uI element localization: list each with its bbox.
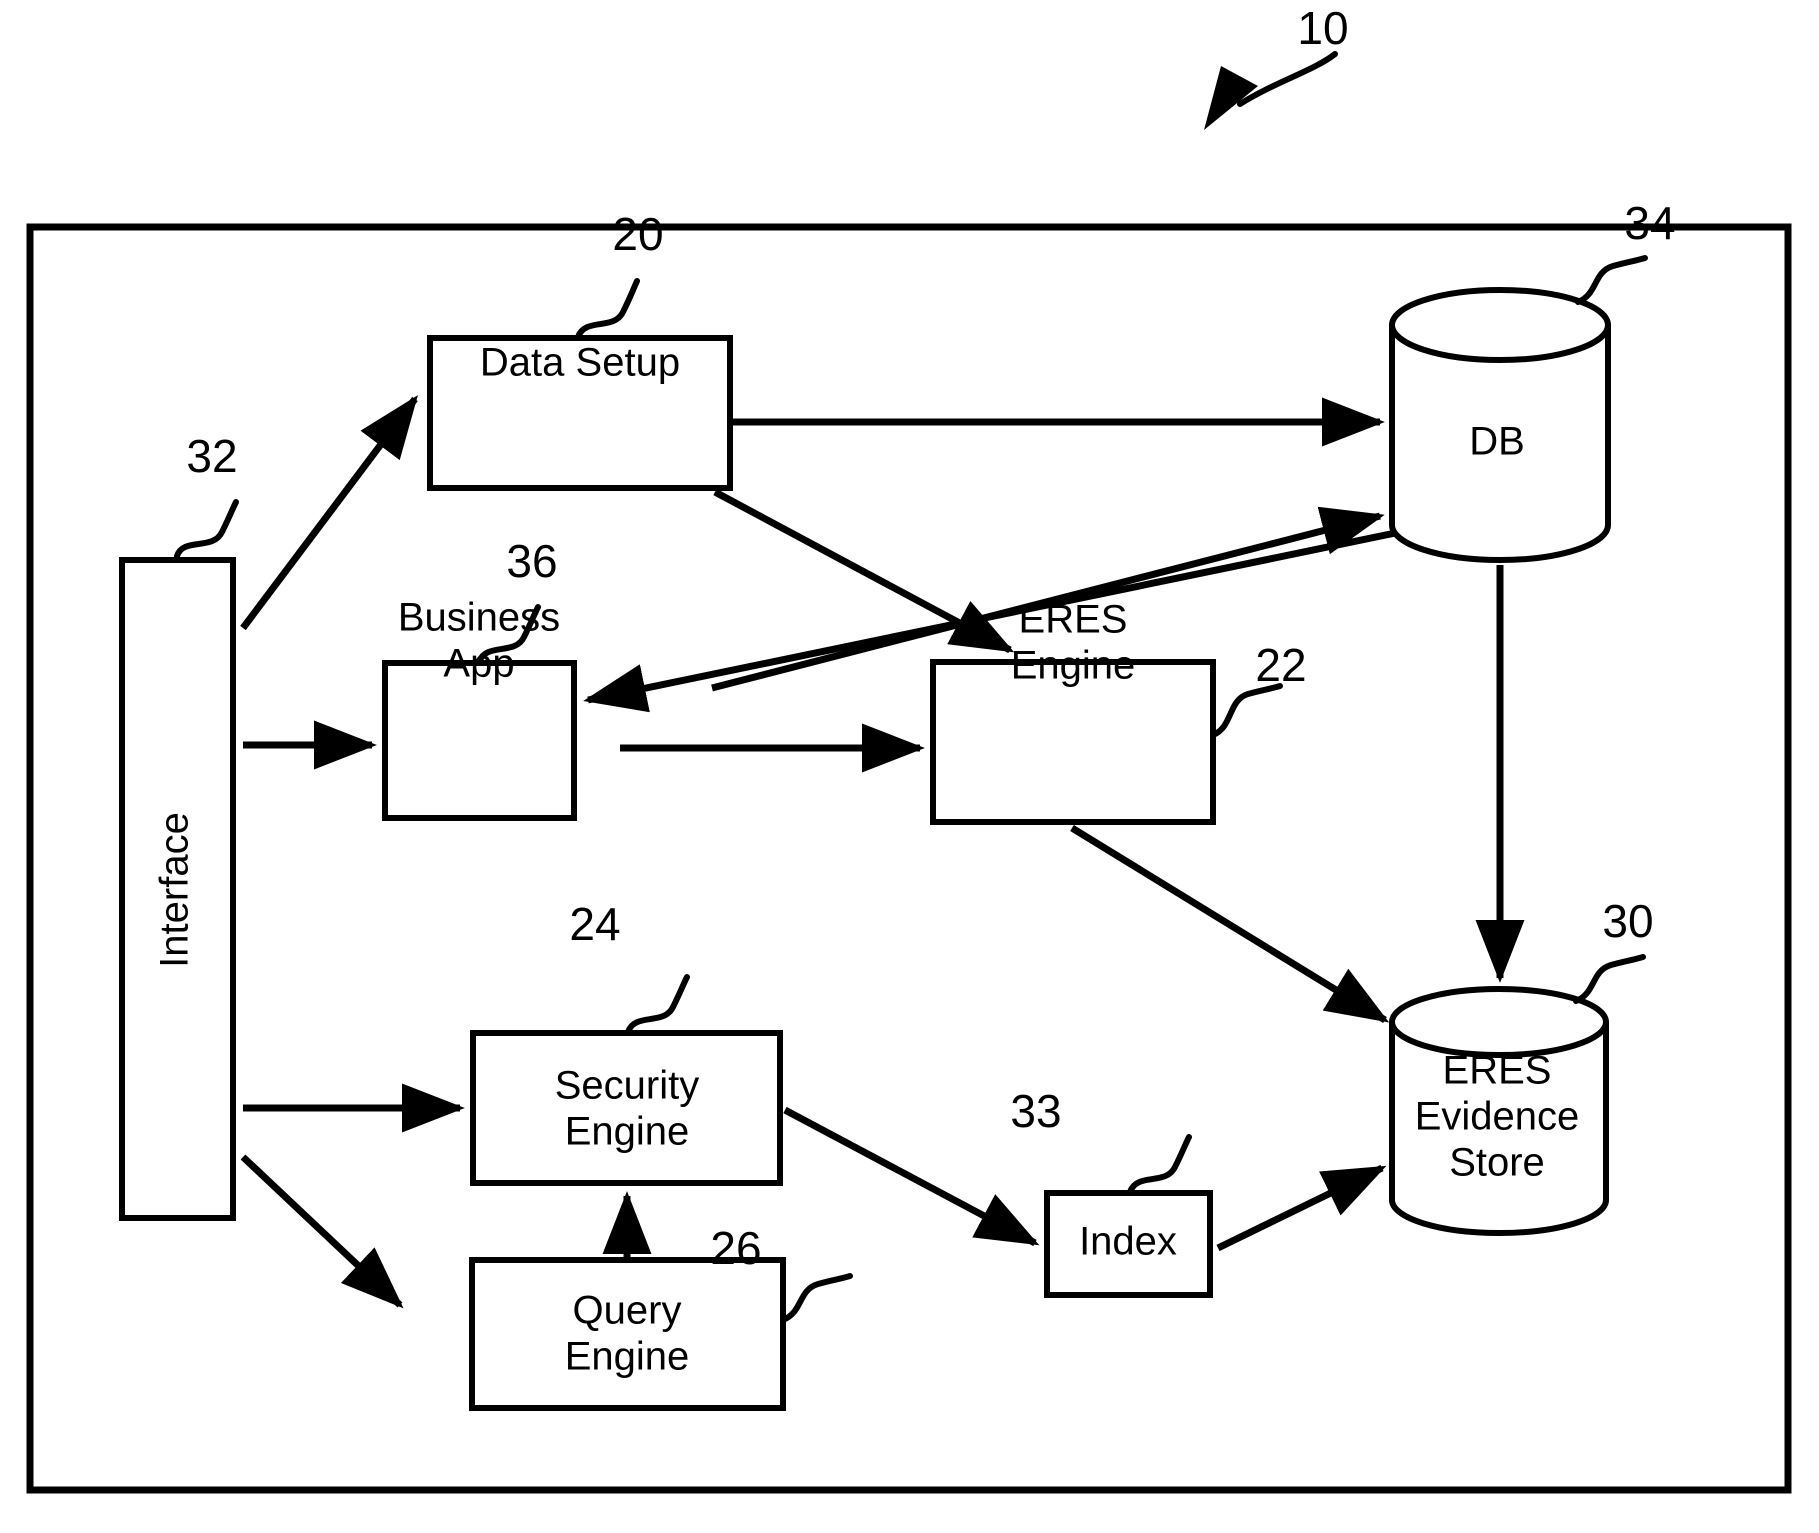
node-eres-engine-label-line1: ERES	[1019, 598, 1128, 642]
node-index-ref-33: 33	[1010, 1085, 1061, 1137]
node-business-app-ref-36: 36	[506, 535, 557, 587]
figure-canvas: 10 Interface 32 Data Setup 20 Business A…	[0, 0, 1819, 1533]
leader-line-10	[1237, 51, 1338, 107]
node-db-ref-34: 34	[1624, 197, 1675, 249]
node-eres-evidence-store-label-line1: ERES	[1443, 1049, 1552, 1093]
leader-line-34	[1575, 255, 1648, 305]
node-eres-engine-ref-22: 22	[1255, 639, 1306, 691]
connector-interface-to-data-setup	[240, 395, 418, 631]
node-interface-ref-32: 32	[186, 430, 237, 482]
leader-line-30	[1573, 954, 1646, 1004]
node-business-app[interactable]	[382, 660, 577, 821]
figure-ref-10: 10	[1297, 2, 1348, 54]
node-query-engine-label-line1: Query	[573, 1289, 682, 1333]
leader-line-20	[575, 278, 640, 340]
node-security-engine[interactable]	[470, 1030, 783, 1186]
node-db-label: DB	[1469, 420, 1525, 464]
node-eres-evidence-store-label-line3: Store	[1449, 1141, 1545, 1185]
node-data-setup-ref-20: 20	[612, 208, 663, 260]
leader-line-26	[780, 1273, 853, 1323]
connector-index-to-evidence-store	[1216, 1164, 1387, 1252]
node-eres-engine-label-line2: Engine	[1011, 644, 1136, 688]
leader-line-32	[174, 499, 239, 559]
connector-data-setup-to-eres-engine	[713, 488, 1015, 654]
patent-figure: 10 Interface 32 Data Setup 20 Business A…	[26, 2, 1792, 1494]
leader-line-33	[1127, 1134, 1192, 1195]
node-query-engine-label-line2: Engine	[565, 1335, 690, 1379]
node-eres-evidence-store-ref-30: 30	[1602, 895, 1653, 947]
node-security-engine-ref-24: 24	[569, 898, 620, 950]
leader-line-24	[625, 974, 690, 1035]
node-eres-evidence-store-label-line2: Evidence	[1415, 1095, 1580, 1139]
connector-interface-to-query-engine	[240, 1154, 404, 1309]
node-query-engine-ref-26: 26	[710, 1222, 761, 1274]
leader-line-22	[1210, 683, 1283, 738]
connector-eres-engine-to-evidence-store	[1070, 825, 1390, 1023]
connector-security-engine-to-index	[783, 1106, 1040, 1247]
node-security-engine-label-line2: Engine	[565, 1110, 690, 1154]
node-index-label: Index	[1079, 1220, 1177, 1264]
node-data-setup-label: Data Setup	[480, 341, 680, 385]
node-security-engine-label-line1: Security	[555, 1064, 700, 1108]
node-interface-label: Interface	[153, 812, 197, 968]
